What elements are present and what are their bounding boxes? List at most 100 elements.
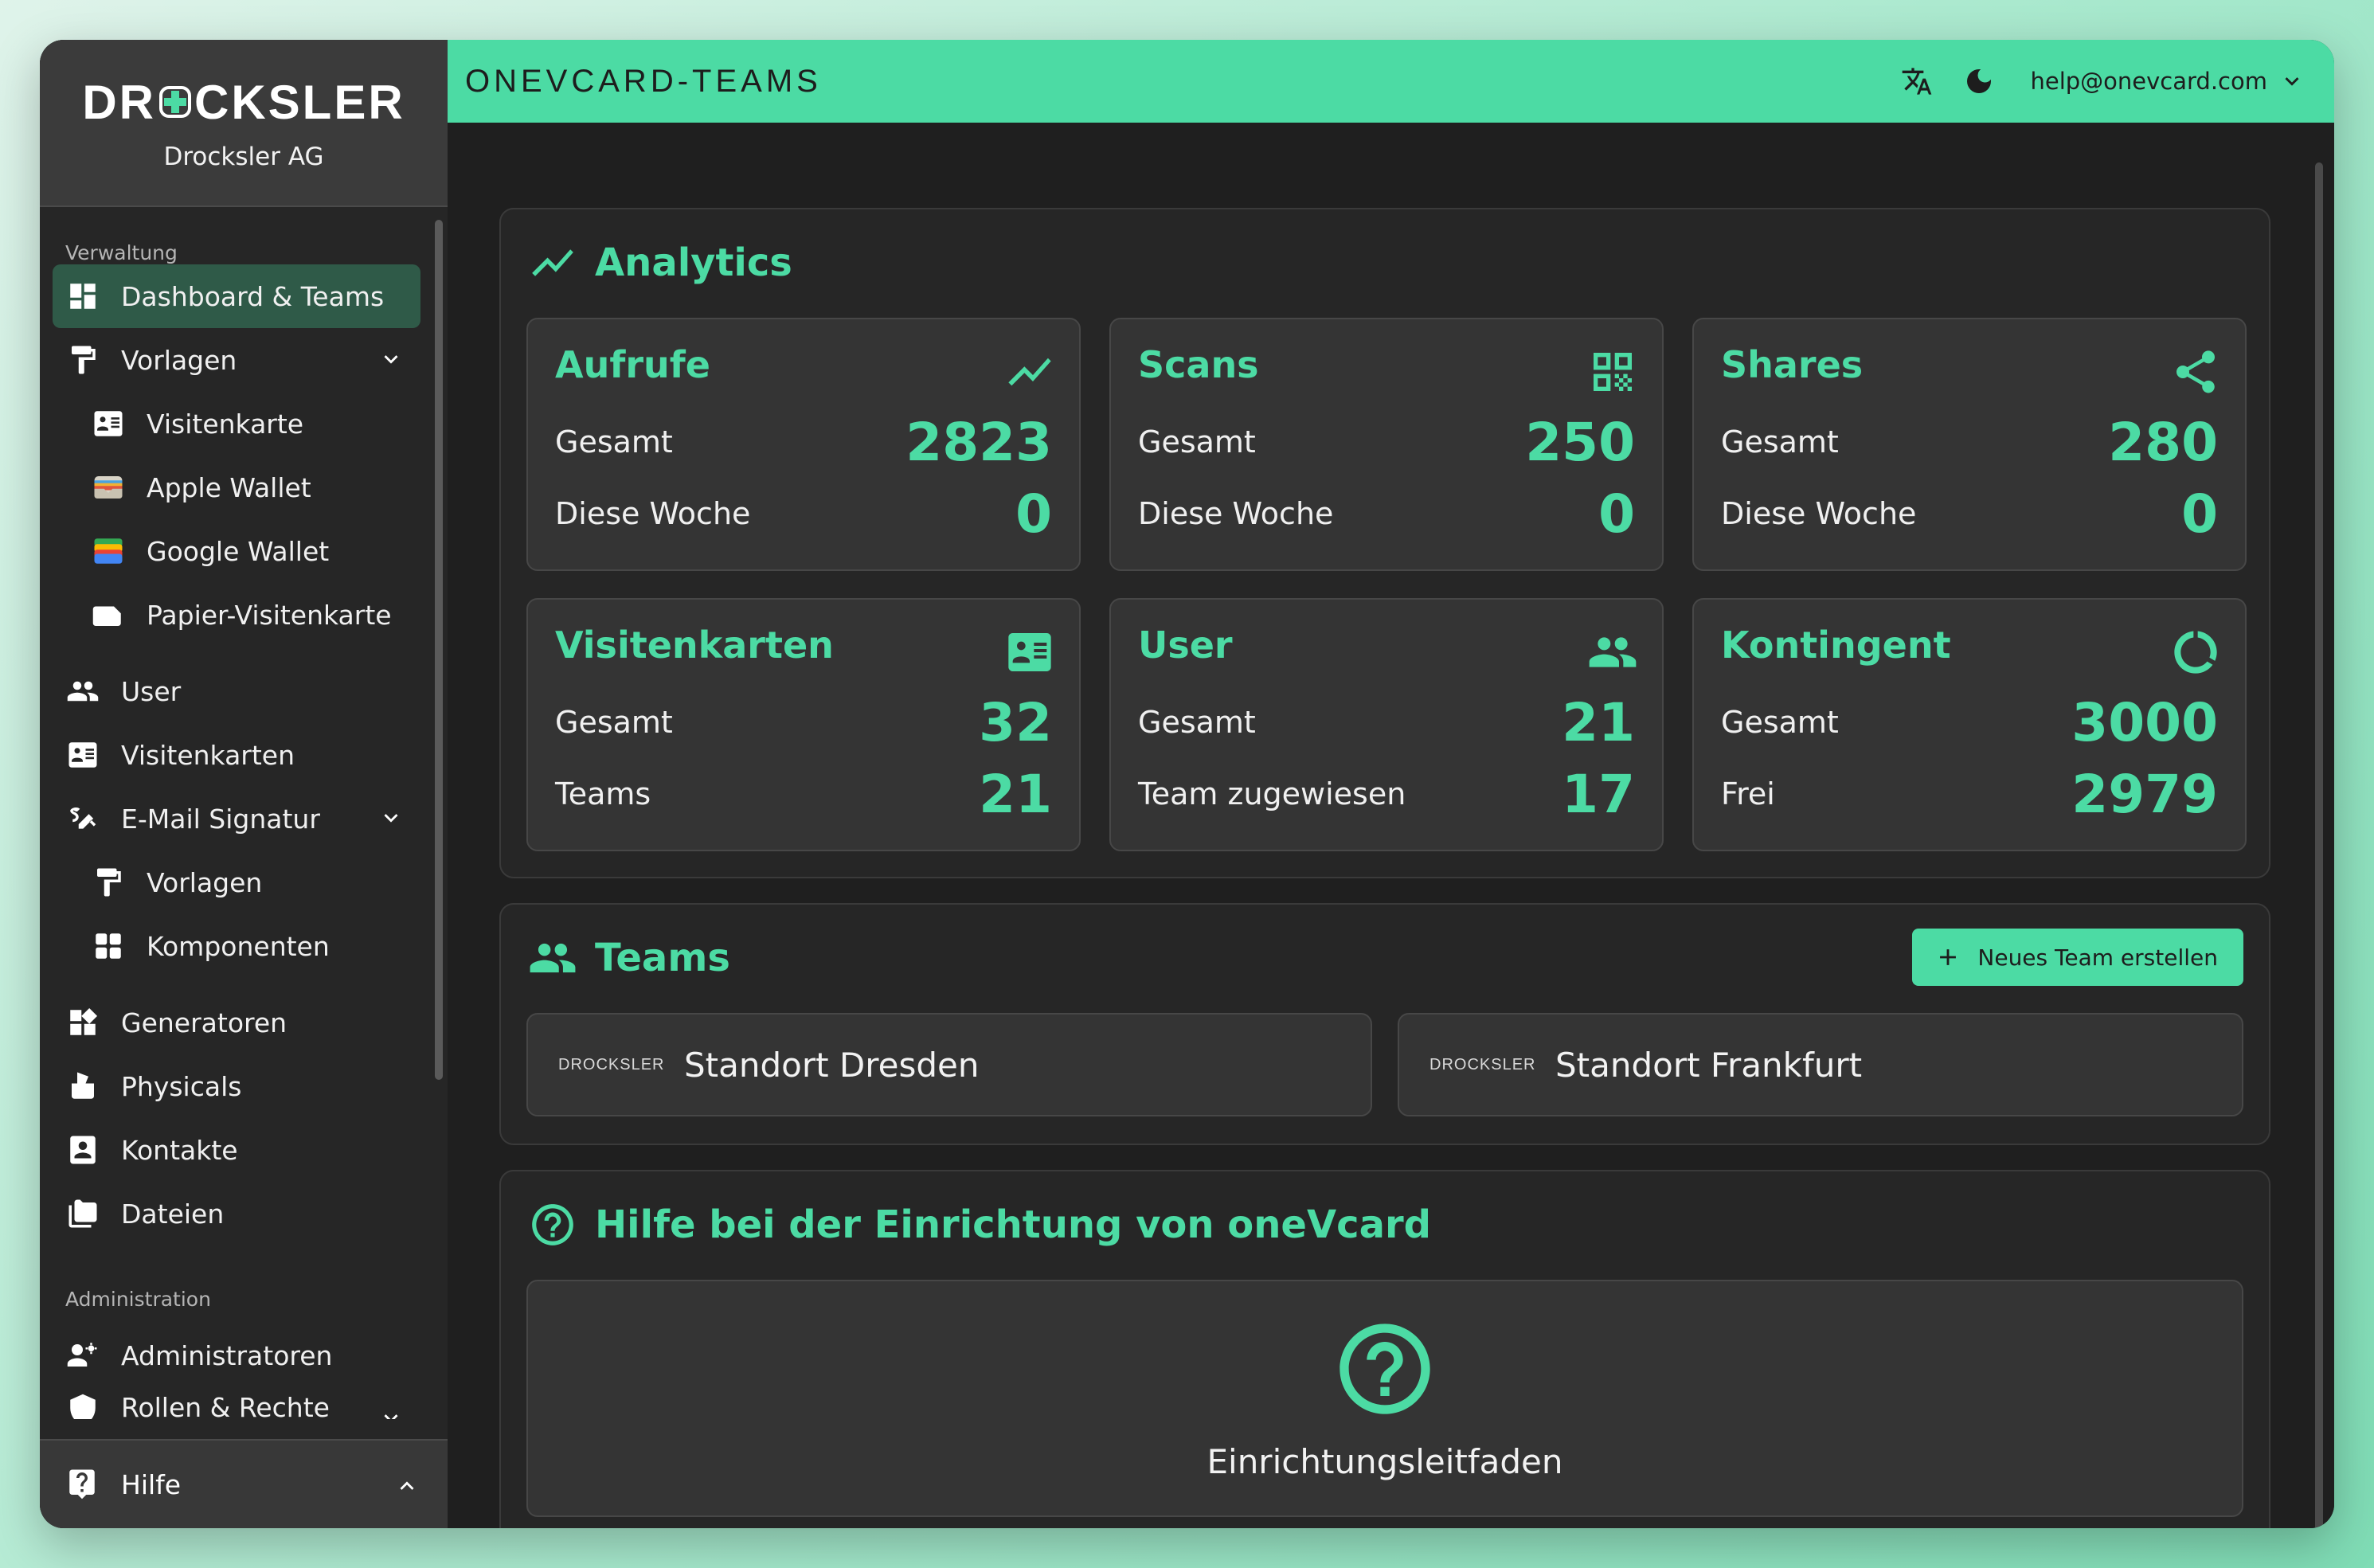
sidebar-item-label: Visitenkarte xyxy=(147,408,304,440)
teams-panel: Teams Neues Team erstellen DROCKSLER Sta… xyxy=(499,903,2270,1145)
top-bar-actions: help@onevcard.com xyxy=(1872,40,2306,123)
logo-cross-icon xyxy=(158,86,191,118)
paint-roller-icon xyxy=(65,342,100,377)
plus-icon xyxy=(1940,949,1957,965)
row-value: 250 xyxy=(1525,411,1635,473)
row-label: Gesamt xyxy=(1721,705,1839,740)
row-label: Gesamt xyxy=(1138,705,1256,740)
row-value: 0 xyxy=(1598,483,1635,545)
row-label: Diese Woche xyxy=(1138,496,1334,531)
admin-users-icon xyxy=(65,1338,100,1373)
sidebar-item-visitenkarte[interactable]: Visitenkarte xyxy=(53,392,420,456)
row-value: 280 xyxy=(2108,411,2218,473)
users-icon xyxy=(1587,627,1638,678)
card-row-week: Diese Woche 0 xyxy=(555,482,1052,545)
moon-icon[interactable] xyxy=(1961,64,1997,99)
card-row-total: Gesamt 32 xyxy=(555,690,1052,754)
card-title: Shares xyxy=(1721,343,1864,386)
team-name: Standort Frankfurt xyxy=(1555,1045,1863,1085)
team-card-dresden[interactable]: DROCKSLER Standort Dresden xyxy=(526,1013,1372,1116)
apple-wallet-icon xyxy=(91,470,126,505)
sidebar: DR CKSLER Drocksler AG Verwaltung Dashbo… xyxy=(40,40,448,1528)
stat-card-shares: Shares Gesamt 280 Diese Woche 0 xyxy=(1692,318,2247,571)
sidebar-item-visitenkarten[interactable]: Visitenkarten xyxy=(53,723,420,787)
help-title: Hilfe bei der Einrichtung von oneVcard xyxy=(528,1200,1431,1249)
sidebar-item-apple-wallet[interactable]: Apple Wallet xyxy=(53,456,420,519)
chevron-up-icon[interactable] xyxy=(393,1472,420,1500)
sidebar-item-komponenten[interactable]: Komponenten xyxy=(53,914,420,978)
logo-text-right: CKSLER xyxy=(194,75,405,129)
row-label: Gesamt xyxy=(1138,424,1256,459)
chevron-down-icon[interactable] xyxy=(377,1405,405,1419)
signature-icon xyxy=(65,801,100,836)
top-bar: ONEVCARD-TEAMS help@onevcard.com xyxy=(448,40,2334,123)
sidebar-item-label: Dateien xyxy=(121,1198,225,1230)
sidebar-item-physicals[interactable]: Physicals xyxy=(53,1054,420,1118)
team-card-frankfurt[interactable]: DROCKSLER Standort Frankfurt xyxy=(1398,1013,2243,1116)
row-value: 17 xyxy=(1562,763,1635,825)
help-panel: Hilfe bei der Einrichtung von oneVcard E… xyxy=(499,1170,2270,1528)
sidebar-item-dashboard-teams[interactable]: Dashboard & Teams xyxy=(53,264,420,328)
sidebar-item-signatur-vorlagen[interactable]: Vorlagen xyxy=(53,850,420,914)
chevron-down-icon[interactable] xyxy=(377,804,405,831)
translate-icon[interactable] xyxy=(1899,64,1934,99)
sidebar-item-dateien[interactable]: Dateien xyxy=(53,1182,420,1245)
contact-card-icon xyxy=(65,737,100,772)
sidebar-scrollbar[interactable] xyxy=(435,220,443,1080)
sidebar-item-label: Vorlagen xyxy=(121,344,237,376)
team-name: Standort Dresden xyxy=(684,1045,980,1085)
sidebar-footer-hilfe[interactable]: Hilfe xyxy=(40,1439,448,1528)
card-row-total: Gesamt 2823 xyxy=(555,410,1052,474)
analytics-panel: Analytics Aufrufe Gesamt 2823 Diese Woche… xyxy=(499,208,2270,878)
sidebar-item-user[interactable]: User xyxy=(53,659,420,723)
card-row-teams: Teams 21 xyxy=(555,762,1052,826)
card-title: User xyxy=(1138,624,1233,667)
app-window: DR CKSLER Drocksler AG Verwaltung Dashbo… xyxy=(40,40,2334,1528)
sidebar-item-kontakte[interactable]: Kontakte xyxy=(53,1118,420,1182)
card-title: Aufrufe xyxy=(555,343,711,386)
row-value: 32 xyxy=(979,691,1052,753)
sidebar-item-papier-visitenkarte[interactable]: Papier-Visitenkarte xyxy=(53,583,420,647)
setup-guide-card[interactable]: Einrichtungsleitfaden xyxy=(526,1280,2243,1517)
share-icon xyxy=(2170,346,2221,397)
sidebar-item-label: Kontakte xyxy=(121,1134,238,1166)
sidebar-item-rollen-rechte[interactable]: Rollen & Rechte xyxy=(53,1387,420,1419)
users-icon xyxy=(530,943,576,973)
sidebar-item-label: Physicals xyxy=(121,1070,242,1102)
sidebar-item-administratoren[interactable]: Administratoren xyxy=(53,1324,420,1387)
sidebar-item-vorlagen[interactable]: Vorlagen xyxy=(53,328,420,392)
company-logo: DR CKSLER xyxy=(82,75,405,130)
row-label: Diese Woche xyxy=(1721,496,1917,531)
stat-card-visitenkarten: Visitenkarten Gesamt 32 Teams 21 xyxy=(526,598,1081,851)
shield-icon xyxy=(65,1392,100,1419)
help-circle-icon xyxy=(1340,1324,1430,1414)
chevron-down-icon[interactable] xyxy=(377,346,405,373)
card-row-total: Gesamt 250 xyxy=(1138,410,1635,474)
folder-icon xyxy=(65,1196,100,1231)
sidebar-item-label: Google Wallet xyxy=(147,535,330,567)
card-title: Visitenkarten xyxy=(555,624,834,667)
stat-card-kontingent: Kontingent Gesamt 3000 Frei 2979 xyxy=(1692,598,2247,851)
main-content: Analytics Aufrufe Gesamt 2823 Diese Woche… xyxy=(448,123,2334,1528)
account-menu[interactable]: help@onevcard.com xyxy=(2030,68,2306,95)
row-value: 0 xyxy=(2181,483,2218,545)
logo-text-left: DR xyxy=(82,75,156,129)
sidebar-item-label: User xyxy=(121,675,182,707)
card-title: Kontingent xyxy=(1721,624,1951,667)
app-title: ONEVCARD-TEAMS xyxy=(465,63,822,99)
card-title: Scans xyxy=(1138,343,1259,386)
sidebar-item-email-signatur[interactable]: E-Mail Signatur xyxy=(53,787,420,850)
teams-title-text: Teams xyxy=(595,936,730,980)
row-value: 2823 xyxy=(905,411,1052,473)
section-administration: Administration xyxy=(65,1288,211,1311)
sidebar-item-google-wallet[interactable]: Google Wallet xyxy=(53,519,420,583)
paper-card-icon xyxy=(91,597,126,632)
sidebar-item-generatoren[interactable]: Generatoren xyxy=(53,991,420,1054)
row-label: Gesamt xyxy=(555,705,673,740)
main-scrollbar[interactable] xyxy=(2315,162,2323,1528)
company-name: Drocksler AG xyxy=(163,142,324,171)
row-label: Teams xyxy=(555,776,651,811)
new-team-button[interactable]: Neues Team erstellen xyxy=(1912,929,2243,986)
row-value: 21 xyxy=(1562,691,1635,753)
card-row-free: Frei 2979 xyxy=(1721,762,2218,826)
